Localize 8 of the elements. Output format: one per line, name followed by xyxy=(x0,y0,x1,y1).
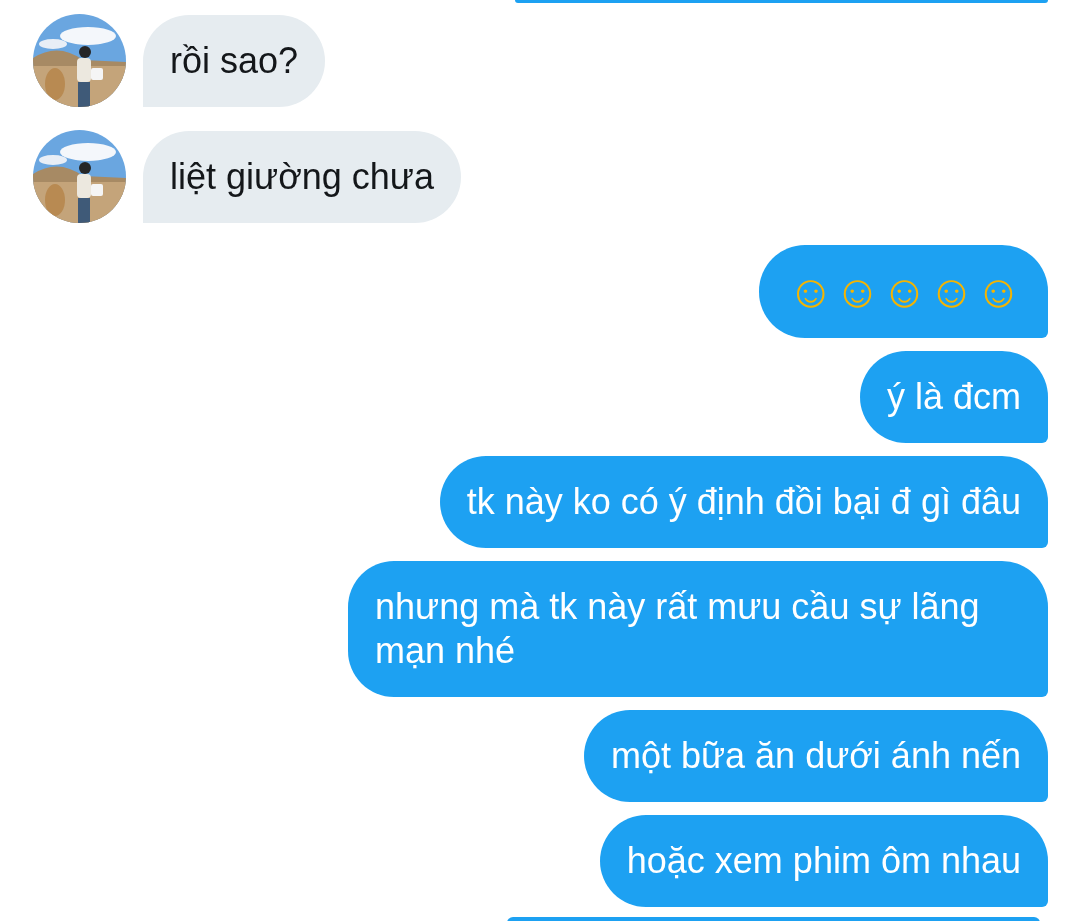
message-bubble: rồi sao? xyxy=(143,15,326,107)
message-bubble: một bữa ăn dưới ánh nến xyxy=(583,710,1048,802)
message-bubble: ý là đcm xyxy=(859,351,1048,443)
message-bubble: ☺☺☺☺☺ xyxy=(759,245,1048,338)
message-bubble: nhưng mà tk này rất mưu cầu sự lãng mạn nhé xyxy=(348,561,1048,697)
message-bubble: hoặc xem phim ôm nhau xyxy=(599,815,1048,907)
message-bubble: liệt giường chưa xyxy=(143,131,461,223)
message-bubble: tk này ko có ý định đồi bại đ gì đâu xyxy=(439,456,1048,548)
